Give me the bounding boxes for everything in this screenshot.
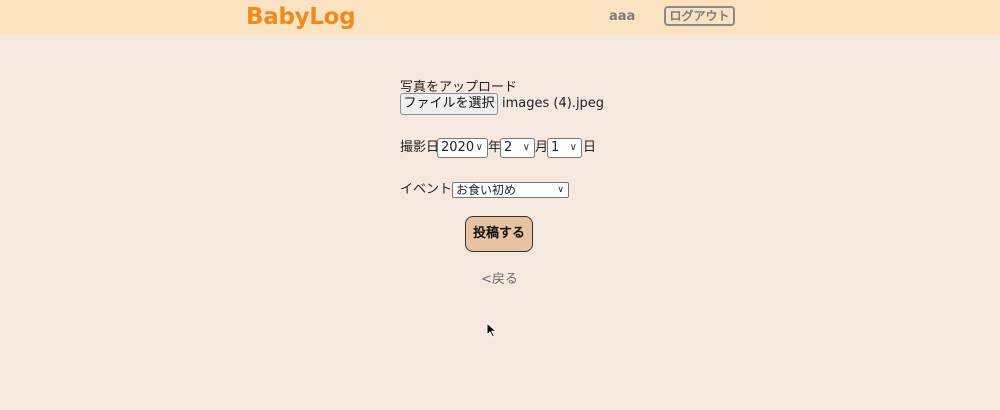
site-logo[interactable]: BabyLog: [246, 4, 356, 30]
year-select[interactable]: 2020 ∨: [437, 138, 488, 158]
day-suffix: 日: [583, 140, 597, 155]
month-select-value: 2: [504, 140, 513, 155]
chevron-down-icon: ∨: [522, 142, 530, 153]
mouse-cursor-icon: [486, 322, 498, 338]
event-select[interactable]: お食い初め ∨: [452, 182, 569, 198]
chevron-down-icon: ∨: [569, 142, 577, 153]
site-header: BabyLog aaa ログアウト: [0, 0, 1000, 35]
username-label: aaa: [609, 9, 636, 24]
back-link[interactable]: <戻る: [481, 268, 518, 287]
year-select-value: 2020: [441, 140, 475, 155]
shooting-date-label: 撮影日: [400, 140, 440, 155]
day-select-value: 1: [551, 140, 560, 155]
month-select[interactable]: 2 ∨: [500, 138, 535, 158]
event-select-value: お食い初め: [456, 183, 517, 197]
choose-file-button[interactable]: ファイルを選択: [400, 93, 498, 115]
logout-button[interactable]: ログアウト: [664, 6, 735, 26]
submit-post-button[interactable]: 投稿する: [465, 216, 533, 252]
selected-file-name: images (4).jpeg: [502, 96, 605, 111]
day-select[interactable]: 1 ∨: [547, 138, 582, 158]
chevron-down-icon: ∨: [557, 185, 564, 195]
event-label: イベント: [400, 182, 453, 197]
chevron-down-icon: ∨: [475, 142, 483, 153]
